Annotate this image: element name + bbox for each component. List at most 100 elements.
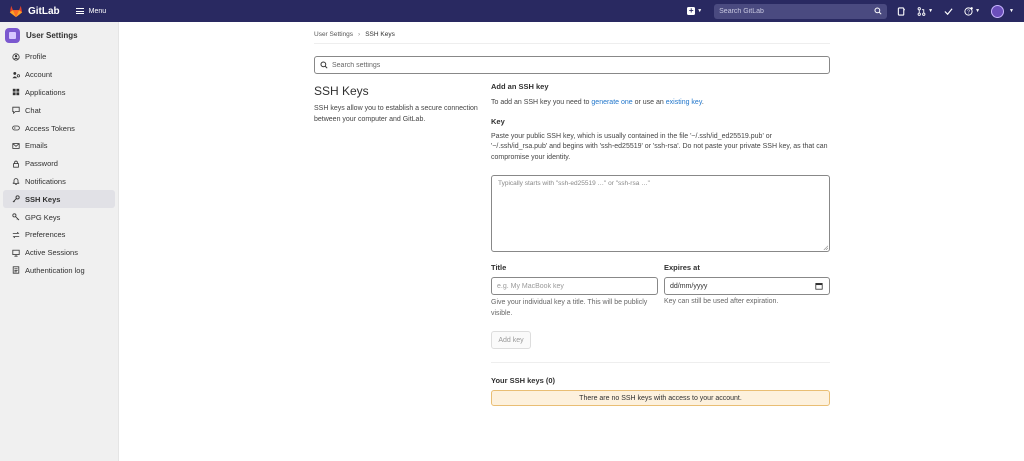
help-icon: ? [964, 6, 973, 16]
log-icon [11, 266, 20, 275]
user-menu-button[interactable]: ▼ [991, 4, 1014, 18]
svg-text:?: ? [967, 9, 970, 15]
token-icon [11, 124, 20, 133]
expires-date-field[interactable]: dd/mm/yyyy [664, 277, 830, 295]
sidebar-item-ssh-keys[interactable]: SSH Keys [3, 190, 115, 209]
sidebar-item-label: Authentication log [25, 265, 85, 275]
sidebar-header[interactable]: User Settings [0, 22, 118, 48]
key-icon [11, 195, 20, 204]
gitlab-logo-link[interactable]: GitLab [9, 4, 60, 18]
monitor-icon [11, 248, 20, 257]
search-icon [320, 61, 328, 69]
chevron-down-icon: ▼ [928, 8, 934, 14]
bell-icon [11, 177, 20, 186]
todos-button[interactable] [944, 7, 953, 16]
account-icon [11, 70, 20, 79]
sidebar-item-label: Chat [25, 105, 41, 115]
chat-icon [11, 106, 20, 115]
sidebar-item-gpg-keys[interactable]: GPG Keys [3, 208, 115, 226]
expires-help-text: Key can still be used after expiration. [664, 298, 779, 305]
empty-keys-message: There are no SSH keys with access to you… [579, 394, 742, 402]
key-label: Key [491, 116, 505, 126]
breadcrumb-current[interactable]: SSH Keys [365, 31, 395, 38]
help-button[interactable]: ? ▼ [964, 6, 981, 16]
breadcrumb: User Settings › SSH Keys [314, 31, 395, 38]
existing-key-link[interactable]: existing key [666, 99, 702, 106]
key-help-text: Paste your public SSH key, which is usua… [491, 132, 828, 161]
user-settings-avatar [5, 27, 20, 43]
sidebar-item-label: Emails [25, 141, 48, 151]
intro-text: . [701, 99, 704, 106]
profile-icon [11, 52, 20, 61]
merge-requests-button[interactable]: ▼ [917, 6, 934, 16]
sidebar-item-label: Access Tokens [25, 123, 75, 133]
add-key-intro: To add an SSH key you need to generate o… [491, 98, 830, 109]
sidebar-item-label: Preferences [25, 230, 66, 240]
chevron-down-icon: ▼ [697, 8, 703, 14]
sidebar-item-authentication-log[interactable]: Authentication log [3, 262, 115, 280]
sidebar-item-emails[interactable]: Emails [3, 137, 115, 155]
expires-date-value: dd/mm/yyyy [670, 282, 708, 290]
key-textarea[interactable] [498, 180, 823, 247]
calendar-icon[interactable] [815, 282, 823, 290]
sidebar-item-label: SSH Keys [25, 194, 61, 204]
global-search[interactable] [714, 3, 888, 19]
resize-handle-icon[interactable] [823, 245, 828, 250]
title-label: Title [491, 263, 507, 272]
breadcrumb-divider [314, 43, 830, 44]
sidebar-item-label: Active Sessions [25, 248, 78, 258]
search-icon [874, 7, 882, 15]
gitlab-logo-icon [9, 5, 23, 18]
sidebar-item-notifications[interactable]: Notifications [3, 173, 115, 191]
settings-search-input[interactable] [332, 61, 829, 69]
menu-button[interactable]: Menu [75, 7, 107, 15]
section-intro: SSH Keys SSH keys allow you to establish… [314, 84, 479, 125]
title-input[interactable] [497, 282, 657, 290]
sidebar-item-password[interactable]: Password [3, 155, 115, 173]
menu-label: Menu [88, 7, 107, 15]
lock-icon [11, 159, 20, 168]
sidebar-item-active-sessions[interactable]: Active Sessions [3, 244, 115, 262]
sidebar-item-label: Profile [25, 52, 47, 62]
settings-sidebar: User Settings Profile Account Applicatio… [0, 22, 119, 461]
preferences-icon [11, 230, 20, 239]
sidebar-item-chat[interactable]: Chat [3, 101, 115, 119]
chevron-down-icon: ▼ [975, 8, 981, 14]
user-avatar [991, 4, 1005, 18]
top-navbar: GitLab Menu + ▼ Search GitLab ▼ ? ▼ ▼ [0, 0, 1024, 22]
key-textarea-wrapper[interactable] [491, 175, 830, 252]
sidebar-item-access-tokens[interactable]: Access Tokens [3, 119, 115, 137]
merge-request-icon [917, 6, 926, 16]
issues-button[interactable] [897, 6, 906, 16]
sidebar-item-label: Applications [25, 87, 66, 97]
empty-keys-alert: There are no SSH keys with access to you… [491, 390, 830, 406]
sidebar-item-account[interactable]: Account [3, 66, 115, 84]
todo-check-icon [944, 7, 953, 15]
section-divider [491, 362, 830, 363]
sidebar-title: User Settings [26, 30, 78, 40]
title-help-text: Give your individual key a title. This w… [491, 299, 648, 317]
app-name: GitLab [28, 5, 60, 17]
sidebar-item-label: Notifications [25, 176, 66, 186]
sidebar-item-label: Password [25, 159, 58, 169]
intro-text: To add an SSH key you need to [491, 99, 592, 106]
sidebar-item-preferences[interactable]: Preferences [3, 226, 115, 244]
expires-label: Expires at [664, 263, 700, 272]
section-description: SSH keys allow you to establish a secure… [314, 105, 478, 123]
title-field[interactable] [491, 277, 658, 295]
chevron-down-icon: ▼ [1009, 8, 1014, 14]
sidebar-item-applications[interactable]: Applications [3, 84, 115, 102]
mail-icon [11, 141, 20, 150]
add-key-heading: Add an SSH key [491, 82, 549, 91]
sidebar-item-label: Account [25, 70, 53, 80]
add-key-button[interactable]: Add key [491, 331, 531, 349]
issues-icon [897, 6, 906, 16]
generate-one-link[interactable]: generate one [591, 99, 632, 106]
global-search-input[interactable] [719, 7, 875, 15]
gpg-key-icon [11, 213, 20, 222]
settings-search[interactable] [314, 56, 830, 74]
applications-icon [11, 88, 20, 97]
new-dropdown-button[interactable]: + ▼ [687, 7, 702, 15]
sidebar-item-profile[interactable]: Profile [3, 48, 115, 66]
breadcrumb-parent-link[interactable]: User Settings [314, 31, 353, 38]
